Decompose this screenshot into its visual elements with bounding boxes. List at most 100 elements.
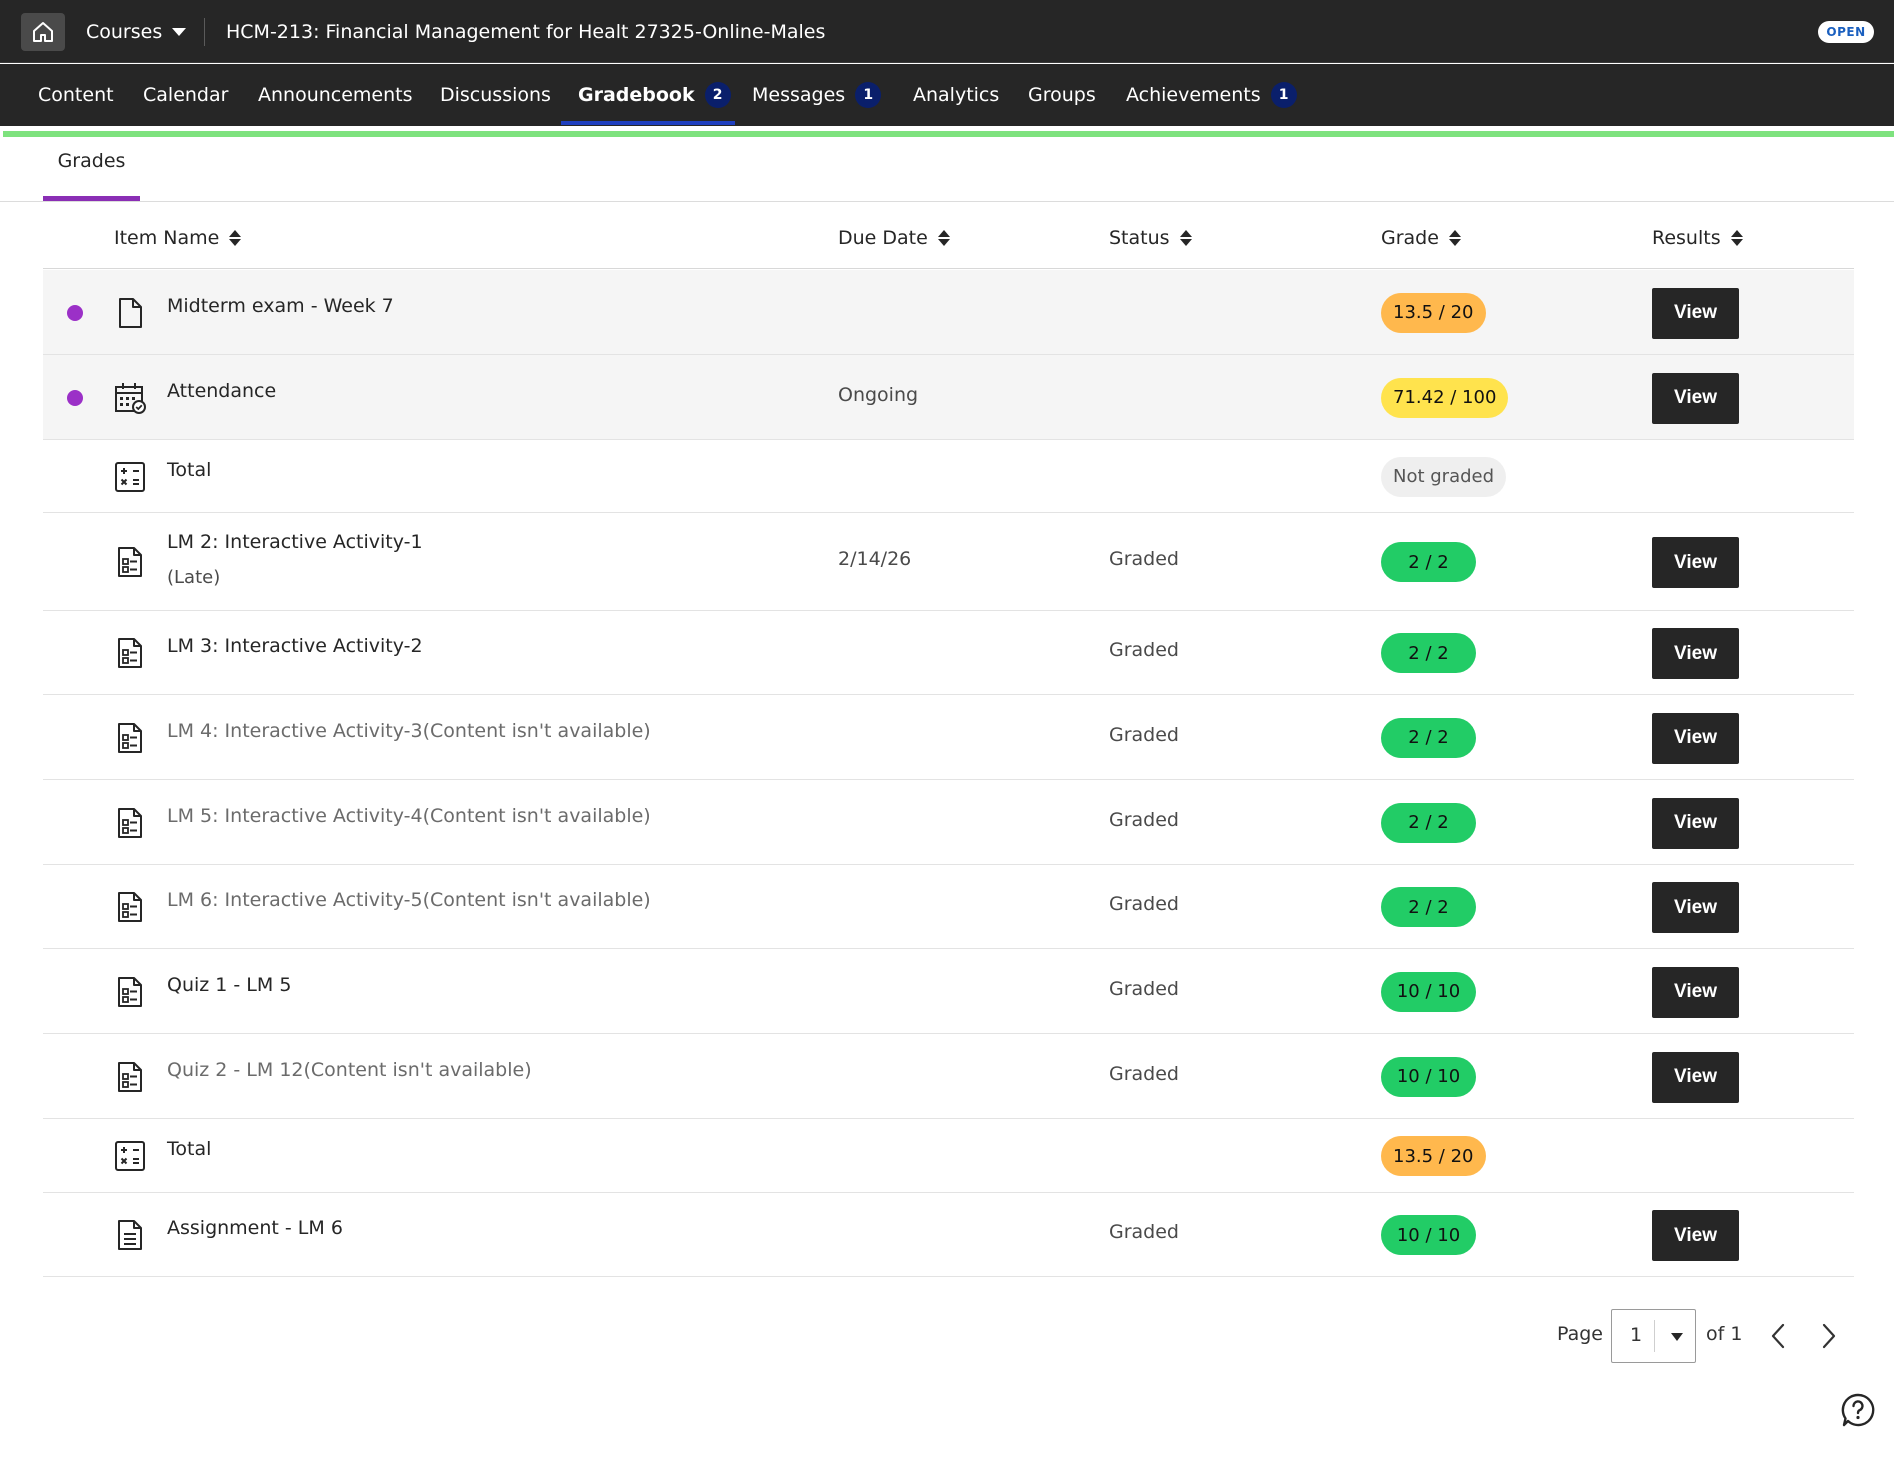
sort-icon xyxy=(229,229,242,247)
table-row: LM 2: Interactive Activity-1 (Late) 2/14/2… xyxy=(43,513,1854,611)
table-row: LM 6: Interactive Activity-5(Content isn… xyxy=(43,865,1854,949)
tab-calendar[interactable]: Calendar xyxy=(143,64,228,126)
top-bar: Courses HCM-213: Financial Management fo… xyxy=(0,0,1894,63)
next-page-button[interactable] xyxy=(1815,1320,1843,1352)
status-text: Graded xyxy=(1109,1062,1179,1085)
column-header-results[interactable]: Results xyxy=(1652,218,1743,258)
previous-page-button[interactable] xyxy=(1764,1320,1792,1352)
page-select[interactable]: 1 xyxy=(1611,1309,1696,1363)
course-title: HCM-213: Financial Management for Healt … xyxy=(226,20,826,43)
view-results-button[interactable]: View xyxy=(1652,287,1739,339)
view-results-button[interactable]: View xyxy=(1652,797,1739,849)
item-name-link: LM 5: Interactive Activity-4(Content isn… xyxy=(167,804,651,827)
view-results-button[interactable]: View xyxy=(1652,882,1739,933)
column-header-status[interactable]: Status xyxy=(1109,218,1192,258)
item-name-link[interactable]: Midterm exam - Week 7 xyxy=(167,295,394,317)
page-select-value: 1 xyxy=(1630,1324,1643,1346)
item-name-link[interactable]: Total xyxy=(167,459,211,481)
view-results-button[interactable]: View xyxy=(1652,712,1739,764)
progress-bar xyxy=(3,131,1894,137)
chevron-down-icon xyxy=(172,27,187,36)
tab-label: Grades xyxy=(57,150,126,172)
sort-icon xyxy=(1730,229,1743,247)
view-results-button[interactable]: View xyxy=(1652,537,1739,588)
messages-count-badge: 1 xyxy=(855,82,882,108)
grade-pill: 2 / 2 xyxy=(1381,633,1476,673)
table-row: LM 5: Interactive Activity-4(Content isn… xyxy=(43,780,1854,865)
header-label: Results xyxy=(1652,227,1721,249)
grade-pill: 2 / 2 xyxy=(1381,542,1476,582)
test-icon xyxy=(113,806,147,840)
view-results-button[interactable]: View xyxy=(1652,966,1739,1018)
column-header-grade[interactable]: Grade xyxy=(1381,218,1461,258)
help-icon xyxy=(1841,1393,1875,1427)
grade-pill: 71.42 / 100 xyxy=(1381,377,1509,418)
achievements-count-badge: 1 xyxy=(1270,82,1297,108)
item-name-link[interactable]: Attendance xyxy=(167,380,276,402)
chevron-down-icon xyxy=(1671,1333,1683,1341)
table-row: Total 13.5 / 20 xyxy=(43,1119,1854,1193)
grade-pill: 2 / 2 xyxy=(1381,717,1476,758)
view-results-button[interactable]: View xyxy=(1652,628,1739,679)
due-date: 2/14/26 xyxy=(838,548,912,570)
header-label: Item Name xyxy=(114,227,220,249)
grade-pill: 10 / 10 xyxy=(1381,971,1476,1012)
item-name-link[interactable]: Assignment - LM 6 xyxy=(167,1217,343,1239)
item-name-link[interactable]: Quiz 1 - LM 5 xyxy=(167,974,291,996)
tab-discussions[interactable]: Discussions xyxy=(440,64,551,126)
tab-achievements[interactable]: Achievements 1 xyxy=(1126,64,1297,126)
status-text: Graded xyxy=(1109,808,1179,831)
status-text: Graded xyxy=(1109,723,1179,746)
status-text: Graded xyxy=(1109,639,1179,661)
tab-label: Analytics xyxy=(913,84,1000,106)
sort-icon xyxy=(1179,229,1192,247)
table-row: LM 4: Interactive Activity-3(Content isn… xyxy=(43,695,1854,780)
table-row: Midterm exam - Week 7 13.5 / 20 View xyxy=(43,270,1854,355)
divider xyxy=(0,201,1894,202)
tab-messages[interactable]: Messages 1 xyxy=(752,64,882,126)
item-name-link[interactable]: Total xyxy=(167,1138,211,1160)
tab-analytics[interactable]: Analytics xyxy=(913,64,999,126)
test-icon xyxy=(113,721,147,755)
view-results-button[interactable]: View xyxy=(1652,1051,1739,1103)
tab-grades[interactable]: Grades xyxy=(43,150,140,202)
tab-label: Gradebook xyxy=(578,84,695,106)
page-count: of 1 xyxy=(1706,1323,1743,1345)
view-results-button[interactable]: View xyxy=(1652,372,1739,424)
courses-label: Courses xyxy=(86,20,163,43)
tab-announcements[interactable]: Announcements xyxy=(258,64,413,126)
table-row: Total Not graded xyxy=(43,440,1854,513)
table-row: Attendance Ongoing 71.42 / 100 View xyxy=(43,355,1854,440)
divider xyxy=(43,268,1854,269)
header-label: Due Date xyxy=(838,227,928,249)
help-button[interactable] xyxy=(1840,1392,1876,1428)
home-button[interactable] xyxy=(21,13,65,51)
status-text: Graded xyxy=(1109,548,1179,570)
home-icon xyxy=(33,22,53,42)
course-nav: Content Calendar Announcements Discussio… xyxy=(0,64,1894,126)
table-row: Quiz 2 - LM 12(Content isn't available) G… xyxy=(43,1034,1854,1119)
header-label: Status xyxy=(1109,227,1170,249)
tab-groups[interactable]: Groups xyxy=(1028,64,1096,126)
item-name-link: Quiz 2 - LM 12(Content isn't available) xyxy=(167,1058,532,1081)
assignment-icon xyxy=(113,1218,147,1252)
chevron-left-icon xyxy=(1771,1323,1785,1349)
courses-menu-button[interactable]: Courses xyxy=(86,0,187,63)
item-name-link[interactable]: LM 2: Interactive Activity-1 xyxy=(167,531,423,553)
grade-pill: 10 / 10 xyxy=(1381,1215,1476,1255)
unread-indicator xyxy=(67,389,83,406)
header-label: Grade xyxy=(1381,227,1439,249)
column-header-due-date[interactable]: Due Date xyxy=(838,218,950,258)
active-tab-indicator xyxy=(561,121,735,125)
test-icon xyxy=(113,1060,147,1094)
column-header-item-name[interactable]: Item Name xyxy=(114,218,242,258)
test-icon xyxy=(113,975,147,1009)
item-name-link[interactable]: LM 3: Interactive Activity-2 xyxy=(167,635,423,657)
view-results-button[interactable]: View xyxy=(1652,1210,1739,1261)
attendance-calendar-icon xyxy=(113,381,147,415)
item-name-link: LM 6: Interactive Activity-5(Content isn… xyxy=(167,889,651,911)
tab-label: Announcements xyxy=(258,84,413,106)
tab-gradebook[interactable]: Gradebook 2 xyxy=(578,64,731,126)
test-icon xyxy=(113,545,147,579)
tab-content[interactable]: Content xyxy=(38,64,114,126)
